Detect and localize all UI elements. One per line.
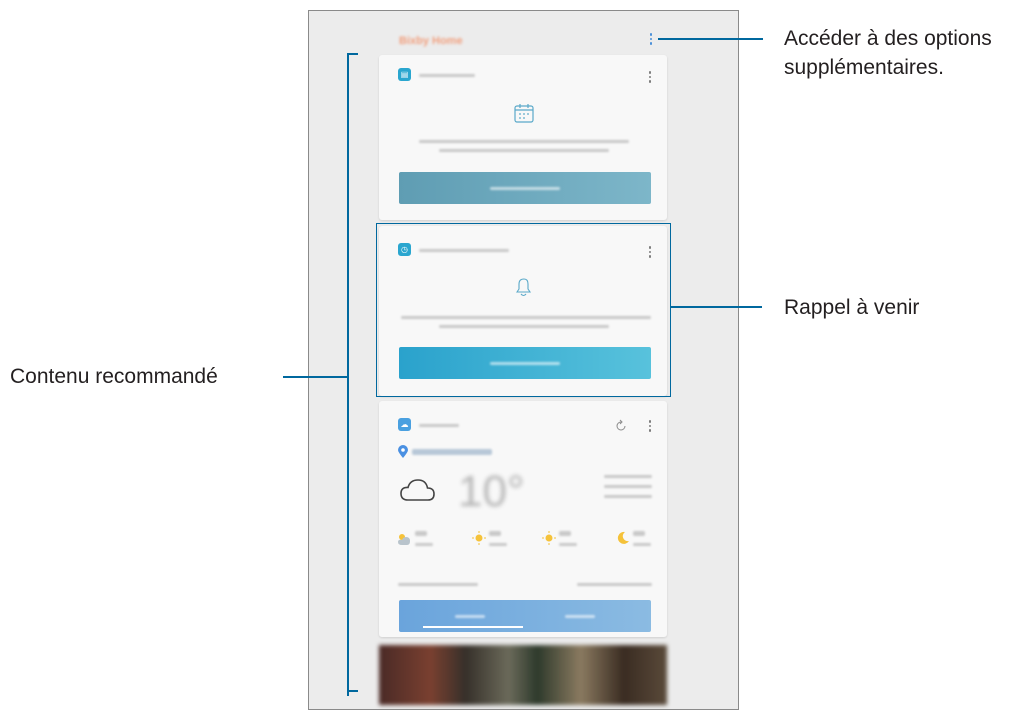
weather-detail-line bbox=[604, 475, 652, 478]
reminder-callout-label: Rappel à venir bbox=[784, 296, 920, 319]
weather-location bbox=[412, 449, 492, 455]
recommended-bracket-top bbox=[347, 53, 358, 55]
weather-card-title bbox=[419, 424, 459, 427]
forecast-text bbox=[633, 531, 645, 536]
photo-card[interactable] bbox=[379, 645, 667, 705]
temperature: 10° bbox=[458, 467, 525, 516]
weather-detail-line bbox=[604, 495, 652, 498]
sun-icon bbox=[472, 531, 486, 545]
weather-tab-bar[interactable] bbox=[399, 600, 651, 632]
options-callout-line bbox=[658, 38, 763, 40]
more-options-icon[interactable] bbox=[649, 33, 653, 45]
forecast-text bbox=[633, 543, 651, 546]
cloud-icon bbox=[400, 479, 435, 501]
recommended-bracket-vertical bbox=[347, 53, 349, 696]
weather-card-more-icon[interactable] bbox=[648, 420, 652, 432]
sun-icon bbox=[542, 531, 556, 545]
forecast-text bbox=[559, 531, 571, 536]
calendar-icon bbox=[514, 104, 534, 123]
options-callout-label-line2: supplémentaires. bbox=[784, 56, 944, 79]
forecast-text bbox=[489, 543, 507, 546]
weather-source bbox=[398, 583, 478, 586]
recommended-callout-line bbox=[283, 376, 347, 378]
recommended-callout-label: Contenu recommandé bbox=[10, 365, 218, 388]
sun-cloud-icon bbox=[398, 534, 410, 545]
weather-detail-line bbox=[604, 485, 652, 488]
weather-tab-indicator bbox=[423, 626, 523, 628]
forecast-text bbox=[559, 543, 577, 546]
weather-card-icon: ☁ bbox=[398, 418, 411, 431]
forecast-text bbox=[489, 531, 501, 536]
options-callout-label-line1: Accéder à des options bbox=[784, 27, 992, 50]
moon-icon bbox=[617, 531, 629, 544]
weather-card[interactable]: ☁ 10° bbox=[379, 401, 667, 637]
schedule-card-button[interactable] bbox=[399, 172, 651, 204]
refresh-icon[interactable] bbox=[614, 419, 628, 433]
forecast-text bbox=[415, 531, 427, 536]
weather-updated bbox=[577, 583, 652, 586]
recommended-bracket-bottom bbox=[347, 690, 358, 692]
schedule-card[interactable]: ▤ bbox=[379, 55, 667, 220]
app-title: Bixby Home bbox=[399, 35, 463, 47]
schedule-card-text-line bbox=[419, 140, 629, 143]
schedule-card-title bbox=[419, 74, 475, 77]
schedule-card-text-line bbox=[439, 149, 609, 152]
location-pin-icon bbox=[398, 445, 408, 458]
reminder-highlight-frame bbox=[376, 223, 671, 397]
reminder-callout-line bbox=[670, 306, 762, 308]
schedule-card-more-icon[interactable] bbox=[648, 71, 652, 83]
forecast-text bbox=[415, 543, 433, 546]
schedule-card-icon: ▤ bbox=[398, 68, 411, 81]
